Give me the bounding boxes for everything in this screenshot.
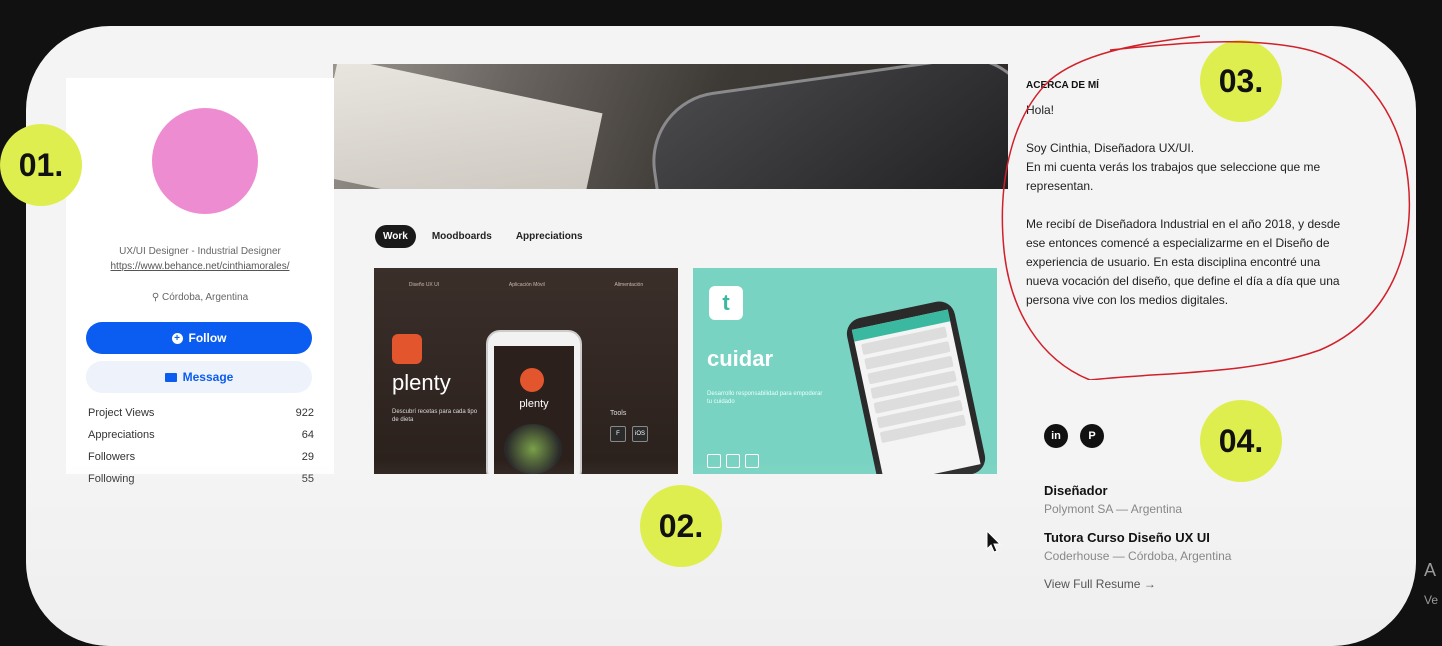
stat-row: Project Views 922 [88,402,314,424]
cuidar-phone-mockup [843,298,989,474]
badge-01: 01. [0,124,82,206]
stat-label: Appreciations [88,429,155,441]
badge-02: 02. [640,485,722,567]
tools-label: Tools [610,410,627,417]
cover-image [333,64,1008,189]
cuidar-tool-icons [707,454,759,468]
about-background: Me recibí de Diseñadora Industrial en el… [1026,217,1341,307]
plenty-app-title: plenty [519,398,549,410]
view-resume-link[interactable]: View Full Resume → [1044,577,1344,591]
stat-row: Followers 29 [88,446,314,468]
badge-03: 03. [1200,40,1282,122]
plenty-tags: Diseño UX UI Aplicación Móvil Alimentaci… [374,282,678,288]
stat-row: Following 55 [88,468,314,490]
plus-icon: + [171,332,183,344]
plenty-tag: Aplicación Móvil [508,282,545,288]
profile-card: UX/UI Designer - Industrial Designer htt… [66,78,334,485]
tool-icon [707,454,721,468]
avatar[interactable] [152,108,258,214]
project-card-plenty[interactable]: Diseño UX UI Aplicación Móvil Alimentaci… [374,268,678,474]
about-section: ACERCA DE MÍ Hola! Soy Cinthia, Diseñado… [1026,80,1356,310]
tab-work[interactable]: Work [375,225,416,248]
plenty-app-icon [520,368,544,392]
badge-04: 04. [1200,400,1282,482]
plenty-tag: Alimentación [614,282,644,288]
figma-icon: F [610,426,626,442]
about-portfolio: En mi cuenta verás los trabajos que sele… [1026,160,1321,193]
social-links: in P [1044,424,1104,448]
job-title: Tutora Curso Diseño UX UI [1044,530,1210,545]
tab-appreciations[interactable]: Appreciations [508,225,591,248]
work-experience: Diseñador Polymont SA — Argentina Tutora… [1044,483,1344,591]
project-card-cuidar[interactable]: t cuidar Desarrollo responsabilidad para… [693,268,997,474]
stat-value: 55 [301,473,314,485]
watermark-text: A [1424,560,1437,580]
project-tabs: Work Moodboards Appreciations [375,225,591,248]
stat-label: Followers [88,451,136,463]
follow-button[interactable]: + Follow [86,322,312,354]
mail-icon [164,372,177,382]
about-intro: Soy Cinthia, Diseñadora UX/UI. [1026,141,1195,155]
about-title: ACERCA DE MÍ [1026,80,1099,91]
plenty-tag: Diseño UX UI [408,282,440,288]
plenty-phone-mockup: plenty [486,330,582,474]
profile-url-link[interactable]: https://www.behance.net/cinthiamorales/ [66,261,334,272]
tool-icon [726,454,740,468]
profile-stats: Project Views 922 Appreciations 64 Followe… [88,402,314,490]
job-company: Coderhouse — Córdoba, Argentina [1044,549,1232,563]
plenty-title: plenty [392,370,451,395]
stat-label: Project Views [88,407,155,419]
tab-moodboards[interactable]: Moodboards [424,225,500,248]
watermark-subtext: Ve [1424,593,1439,607]
cuidar-title: cuidar [707,346,774,371]
location-text: Córdoba, Argentina [161,292,249,303]
profile-role: UX/UI Designer - Industrial Designer [119,246,281,257]
pinterest-icon[interactable]: P [1080,424,1104,448]
stat-value: 29 [301,451,314,463]
plenty-logo-icon [392,334,422,364]
linkedin-icon[interactable]: in [1044,424,1068,448]
ios-icon: iOS [632,426,648,442]
cuidar-logo-icon: t [709,286,743,320]
cuidar-description: Desarrollo responsabilidad para empodera… [707,391,823,405]
job-company: Polymont SA — Argentina [1044,502,1183,516]
stat-row: Appreciations 64 [88,424,314,446]
phone-screen [851,309,981,474]
tool-icon [745,454,759,468]
phone-screen: plenty [494,346,574,474]
plenty-description: Descubrí recetas para cada tipo de dieta [392,409,478,423]
stat-value: 922 [295,407,314,419]
food-bowl-image [504,424,562,474]
follow-label: Follow [188,331,227,345]
stat-value: 64 [301,429,314,441]
cursor-icon [986,530,1002,553]
location-pin-icon: ⚲ [151,292,162,303]
stat-label: Following [88,473,135,485]
about-hello: Hola! [1026,103,1055,117]
tool-icons: F iOS [610,426,648,442]
profile-location: ⚲ Córdoba, Argentina [66,292,334,303]
job-title: Diseñador [1044,483,1108,498]
message-label: Message [182,370,234,384]
paper-image [333,64,603,189]
phone-image [643,64,1008,189]
message-button[interactable]: Message [86,361,312,393]
